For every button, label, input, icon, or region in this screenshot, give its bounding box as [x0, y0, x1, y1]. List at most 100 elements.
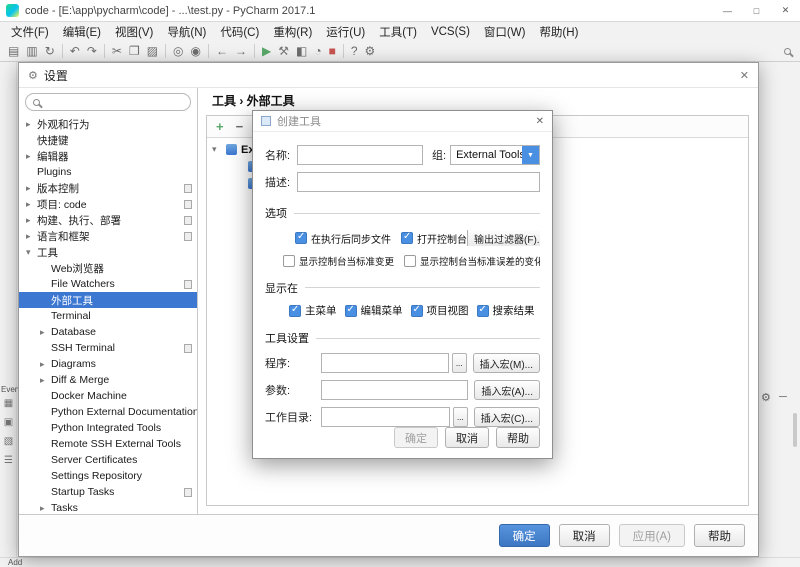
menu-item[interactable]: 代码(C) — [213, 24, 266, 40]
settings-tree-item[interactable]: Plugins — [19, 164, 197, 180]
tool-window-gear-icon[interactable]: ⚙ — [761, 391, 771, 404]
settings-tree-item[interactable]: Server Certificates — [19, 452, 197, 468]
ok-button[interactable]: 确定 — [498, 524, 550, 547]
settings-tree-item[interactable]: 语言和框架 — [19, 228, 197, 244]
forward-icon[interactable]: → — [235, 45, 247, 57]
settings-tree-item[interactable]: Tasks — [19, 500, 197, 514]
scrollbar[interactable] — [793, 413, 797, 447]
settings-tree-item[interactable]: SSH Terminal — [19, 340, 197, 356]
settings-tree-item[interactable]: Terminal — [19, 308, 197, 324]
program-browse-button[interactable]: ... — [451, 353, 467, 373]
tool-stripe-icon-1[interactable]: ▦ — [4, 399, 13, 409]
undo-icon[interactable]: ↶ — [70, 45, 80, 57]
paste-icon[interactable]: ▨ — [147, 45, 158, 57]
show-in-checkbox[interactable]: 主菜单 — [289, 305, 337, 317]
settings-tree-item[interactable]: Database — [19, 324, 197, 340]
settings-tree-item[interactable]: 工具 — [19, 244, 197, 260]
menu-item[interactable]: 帮助(H) — [532, 24, 585, 40]
settings-icon[interactable]: ⚙ — [365, 45, 376, 57]
settings-tree-item[interactable]: Python Integrated Tools — [19, 420, 197, 436]
settings-tree-item[interactable]: Settings Repository — [19, 468, 197, 484]
cancel-button[interactable]: 取消 — [558, 524, 610, 547]
menu-item[interactable]: 视图(V) — [108, 24, 160, 40]
name-input[interactable] — [297, 145, 423, 165]
tool-stripe-icon-2[interactable]: ▣ — [4, 418, 13, 428]
workdir-browse-button[interactable]: ... — [452, 407, 468, 427]
tool-window-hide-icon[interactable]: ─ — [779, 391, 787, 403]
sync-icon[interactable]: ↻ — [45, 45, 55, 57]
settings-tree-item[interactable]: 外部工具 — [19, 292, 197, 308]
option-checkbox[interactable]: 显示控制台当标准变更 — [283, 255, 394, 267]
chevron-down-icon[interactable]: ▼ — [522, 146, 539, 164]
program-input[interactable] — [321, 353, 449, 373]
copy-icon[interactable]: ❐ — [129, 45, 140, 57]
help-icon[interactable]: ? — [351, 45, 358, 57]
option-checkbox[interactable]: 打开控制台 — [401, 231, 467, 246]
settings-tree-item[interactable]: 项目: code — [19, 196, 197, 212]
menu-item[interactable]: 导航(N) — [160, 24, 213, 40]
menu-item[interactable]: 窗口(W) — [477, 24, 533, 40]
settings-tree-item[interactable]: 版本控制 — [19, 180, 197, 196]
profiler-icon[interactable]: ◔ — [314, 45, 321, 57]
menu-item[interactable]: 重构(R) — [266, 24, 319, 40]
close-icon[interactable]: ✕ — [771, 0, 800, 21]
show-in-checkbox[interactable]: 编辑菜单 — [344, 305, 403, 317]
remove-icon[interactable]: − — [236, 120, 244, 133]
settings-tree-item[interactable]: 构建、执行、部署 — [19, 212, 197, 228]
settings-tree-item[interactable]: Startup Tasks — [19, 484, 197, 500]
run-icon[interactable]: ▶ — [262, 45, 271, 57]
settings-tree-item[interactable]: Docker Machine — [19, 388, 197, 404]
insert-macro-c-button[interactable]: 插入宏(C)... — [473, 407, 540, 427]
ok-button[interactable]: 确定 — [394, 427, 438, 448]
create-close-icon[interactable]: ✕ — [536, 116, 544, 127]
cancel-button[interactable]: 取消 — [445, 427, 489, 448]
insert-macro-m-button[interactable]: 插入宏(M)... — [472, 353, 540, 373]
settings-tree-item[interactable]: Web浏览器 — [19, 260, 197, 276]
settings-search-input[interactable] — [25, 93, 191, 111]
menu-item[interactable]: VCS(S) — [424, 26, 477, 38]
find-icon[interactable]: ◎ — [173, 45, 183, 57]
workdir-input[interactable] — [321, 407, 450, 427]
add-icon[interactable]: + — [216, 120, 224, 133]
option-checkbox[interactable]: 显示控制台当标准误差的变化 — [404, 255, 540, 267]
settings-tree-item[interactable]: Python External Documentation — [19, 404, 197, 420]
event-log-label[interactable]: Even — [1, 385, 19, 394]
output-filters-button[interactable]: 输出过滤器(F)... — [467, 230, 540, 247]
settings-tree-item[interactable]: 编辑器 — [19, 148, 197, 164]
insert-macro-a-button[interactable]: 插入宏(A)... — [474, 380, 540, 400]
stop-icon[interactable]: ■ — [329, 45, 336, 57]
menu-item[interactable]: 文件(F) — [4, 24, 56, 40]
settings-tree-item[interactable]: Remote SSH External Tools — [19, 436, 197, 452]
show-in-checkbox[interactable]: 搜索结果 — [476, 305, 535, 317]
maximize-icon[interactable]: □ — [742, 0, 771, 21]
group-select[interactable]: External Tools ▼ — [450, 145, 540, 165]
back-icon[interactable]: ← — [216, 45, 228, 57]
settings-tree-item[interactable]: Diff & Merge — [19, 372, 197, 388]
redo-icon[interactable]: ↷ — [87, 45, 97, 57]
menu-item[interactable]: 编辑(E) — [56, 24, 108, 40]
settings-tree-item[interactable]: 外观和行为 — [19, 116, 197, 132]
save-all-icon[interactable]: ▥ — [26, 45, 37, 57]
menu-item[interactable]: 工具(T) — [372, 24, 424, 40]
cut-icon[interactable]: ✂ — [112, 45, 122, 57]
settings-close-icon[interactable]: ✕ — [740, 69, 749, 82]
minimize-icon[interactable]: — — [713, 0, 742, 21]
tool-stripe-icon-4[interactable]: ☰ — [4, 456, 13, 466]
help-button[interactable]: 帮助 — [496, 427, 540, 448]
description-input[interactable] — [297, 172, 540, 192]
tool-stripe-icon-3[interactable]: ▧ — [4, 437, 13, 447]
debug-icon[interactable]: ⚒ — [278, 45, 289, 57]
option-checkbox[interactable]: 在执行后同步文件 — [295, 231, 391, 246]
settings-tree-item[interactable]: 快捷键 — [19, 132, 197, 148]
help-button[interactable]: 帮助 — [694, 524, 745, 547]
coverage-icon[interactable]: ◧ — [296, 45, 307, 57]
search-everywhere-icon[interactable] — [783, 47, 791, 55]
show-in-checkbox[interactable]: 项目视图 — [410, 305, 469, 317]
menu-item[interactable]: 运行(U) — [319, 24, 372, 40]
settings-tree-item[interactable]: File Watchers — [19, 276, 197, 292]
open-icon[interactable]: ▤ — [8, 45, 19, 57]
apply-button[interactable]: 应用(A) — [618, 524, 685, 547]
settings-tree-item[interactable]: Diagrams — [19, 356, 197, 372]
replace-icon[interactable]: ◉ — [191, 45, 201, 57]
parameters-input[interactable] — [321, 380, 469, 400]
